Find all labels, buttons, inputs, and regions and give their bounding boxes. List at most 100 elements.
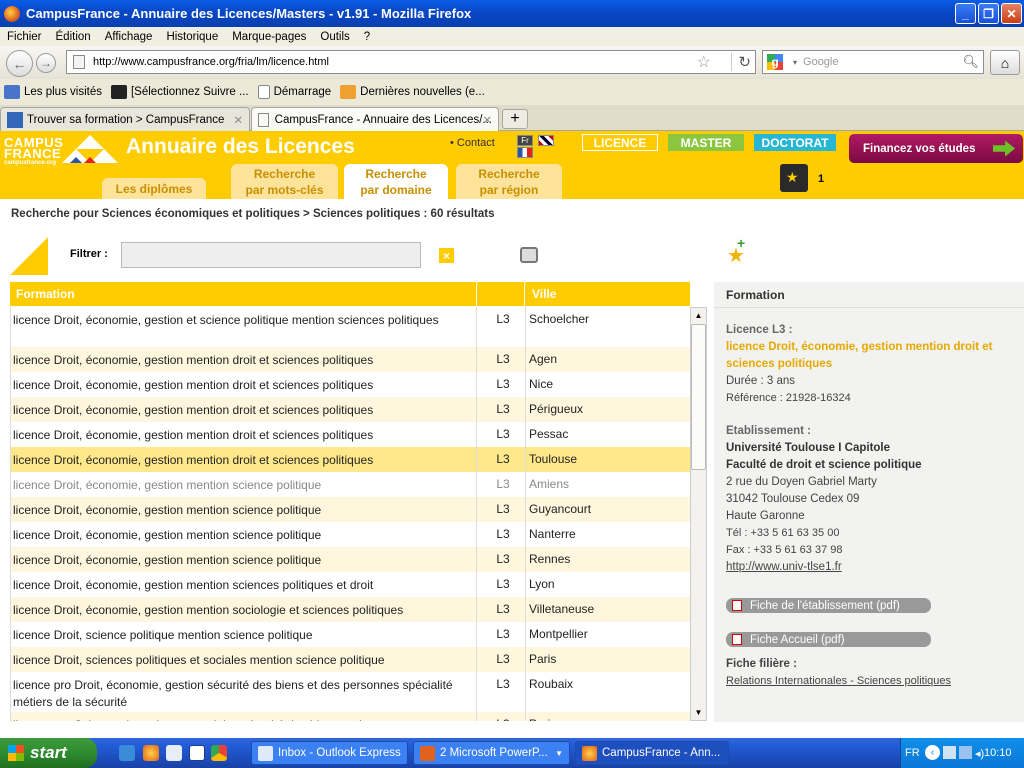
start-button[interactable]: start: [0, 738, 97, 768]
desktop-icon[interactable]: [119, 745, 135, 761]
page-icon: [258, 113, 269, 127]
outlook-quicklaunch-icon[interactable]: [166, 745, 182, 761]
word-quicklaunch-icon[interactable]: [189, 745, 205, 761]
restore-button[interactable]: ❐: [978, 3, 999, 24]
menu-edition[interactable]: Édition: [56, 31, 91, 43]
cell-level: L3: [491, 717, 515, 721]
table-row[interactable]: licence Droit, économie, gestion mention…: [11, 472, 690, 497]
tab-annuaire[interactable]: CampusFrance - Annuaire des Licences/...…: [251, 107, 499, 132]
flag-en-icon[interactable]: [538, 135, 554, 146]
master-button[interactable]: MASTER: [668, 134, 744, 151]
forward-arrow-icon: →: [40, 56, 52, 70]
table-row[interactable]: licence Droit, économie, gestion mention…: [11, 547, 690, 572]
cell-level: L3: [496, 312, 510, 326]
table-row[interactable]: licence Droit, économie, gestion mention…: [11, 372, 690, 397]
scroll-down-icon[interactable]: ▼: [691, 705, 706, 720]
scroll-up-icon[interactable]: ▲: [691, 308, 706, 323]
detail-level: Licence L3 :: [726, 324, 793, 336]
cell-ville: Nice: [529, 377, 554, 391]
close-tab-icon[interactable]: ✕: [482, 113, 492, 127]
table-row[interactable]: licence Droit, science politique mention…: [11, 622, 690, 647]
minimize-button[interactable]: _: [955, 3, 976, 24]
volume-icon[interactable]: ◂): [975, 747, 984, 760]
cell-ville: Rennes: [529, 552, 571, 566]
clear-filter-button[interactable]: ×: [439, 248, 454, 263]
tab-trouver-formation[interactable]: Trouver sa formation > CampusFrance ✕: [0, 107, 250, 131]
monitor-icon[interactable]: [959, 746, 972, 759]
table-row[interactable]: licence Droit, économie, gestion mention…: [11, 447, 690, 472]
detail-address2: 31042 Toulouse Cedex 09: [726, 493, 860, 505]
tray-expand-icon[interactable]: ‹: [925, 745, 940, 760]
close-button[interactable]: ✕: [1001, 3, 1022, 24]
table-row[interactable]: licence Droit, économie, gestion mention…: [11, 597, 690, 622]
detail-address1: 2 rue du Doyen Gabriel Marty: [726, 476, 877, 488]
bookmark-most-visited[interactable]: Les plus visités: [4, 85, 102, 99]
bookmark-start[interactable]: Démarrage: [257, 85, 331, 99]
new-tab-button[interactable]: +: [502, 109, 528, 129]
fiche-filiere-link[interactable]: Relations Internationales - Sciences pol…: [726, 675, 951, 687]
detail-website-link[interactable]: http://www.univ-tlse1.fr: [726, 559, 1016, 576]
search-input[interactable]: g ▾ Google 🔍︎: [762, 50, 984, 74]
cell-ville: Nanterre: [529, 527, 576, 541]
language-indicator[interactable]: FR: [905, 747, 920, 759]
network-icon[interactable]: [943, 746, 956, 759]
fiche-accueil-pdf-button[interactable]: Fiche Accueil (pdf): [726, 632, 931, 647]
filter-input[interactable]: [121, 242, 421, 268]
table-row[interactable]: licence Droit, économie, gestion et scie…: [11, 307, 690, 347]
printer-icon[interactable]: [520, 247, 538, 263]
finance-button[interactable]: Financez vos études: [849, 134, 1023, 163]
table-row[interactable]: licence pro Sciences humaines et sociale…: [11, 712, 690, 721]
firefox-quicklaunch-icon[interactable]: [143, 745, 159, 761]
doctorat-button[interactable]: DOCTORAT: [754, 134, 836, 151]
reload-icon[interactable]: ↻: [731, 53, 751, 71]
table-row[interactable]: licence Droit, économie, gestion mention…: [11, 397, 690, 422]
close-tab-icon[interactable]: ✕: [233, 113, 243, 127]
url-bar[interactable]: http://www.campusfrance.org/fria/lm/lice…: [66, 50, 756, 74]
column-ville[interactable]: Ville: [532, 282, 556, 306]
basket-icon[interactable]: [780, 164, 808, 192]
table-row[interactable]: licence Droit, sciences politiques et so…: [11, 647, 690, 672]
menu-fichier[interactable]: Fichier: [7, 31, 42, 43]
tab-region[interactable]: Recherche par région: [456, 164, 562, 199]
taskbar-powerpoint[interactable]: 2 Microsoft PowerP... ▼: [413, 741, 570, 765]
contact-link[interactable]: • Contact: [450, 137, 495, 149]
expand-arrow-icon[interactable]: ↘: [27, 257, 39, 274]
bookmark-star-icon[interactable]: ☆: [697, 52, 711, 72]
flag-fr-label[interactable]: Fr: [517, 135, 533, 146]
table-row[interactable]: licence Droit, économie, gestion mention…: [11, 497, 690, 522]
table-scrollbar[interactable]: ▲ ▼: [690, 307, 707, 721]
menu-outils[interactable]: Outils: [320, 31, 349, 43]
taskbar-outlook[interactable]: Inbox - Outlook Express: [251, 741, 408, 765]
column-formation[interactable]: Formation: [16, 282, 75, 306]
tab-diplomes[interactable]: Les diplômes: [102, 178, 206, 199]
table-row[interactable]: licence Droit, économie, gestion mention…: [11, 572, 690, 597]
back-button[interactable]: ←: [6, 50, 33, 77]
menu-marque-pages[interactable]: Marque-pages: [232, 31, 306, 43]
dropdown-arrow-icon[interactable]: ▾: [793, 58, 797, 67]
menu-help[interactable]: ?: [364, 31, 370, 43]
window-title: CampusFrance - Annuaire des Licences/Mas…: [26, 6, 472, 21]
home-button[interactable]: ⌂: [990, 50, 1020, 75]
table-row[interactable]: licence Droit, économie, gestion mention…: [11, 522, 690, 547]
header-divider: [476, 282, 477, 306]
fiche-etablissement-pdf-button[interactable]: Fiche de l'établissement (pdf): [726, 598, 931, 613]
header-divider: [524, 282, 525, 306]
magnifier-icon[interactable]: 🔍︎: [962, 54, 979, 70]
bookmark-follow[interactable]: [Sélectionnez Suivre ...: [110, 85, 249, 99]
menu-historique[interactable]: Historique: [166, 31, 218, 43]
table-row[interactable]: licence Droit, économie, gestion mention…: [11, 347, 690, 372]
licence-button[interactable]: LICENCE: [582, 134, 658, 151]
flag-france-icon: [517, 147, 533, 158]
tab-mots-cles[interactable]: Recherche par mots-clés: [231, 164, 338, 199]
scroll-thumb[interactable]: [691, 324, 706, 470]
bookmark-news[interactable]: Dernières nouvelles (e...: [340, 85, 485, 99]
tab-domaine[interactable]: Recherche par domaine: [344, 164, 448, 199]
add-favorite-icon[interactable]: ★: [727, 235, 745, 268]
table-row[interactable]: licence Droit, économie, gestion mention…: [11, 422, 690, 447]
chrome-quicklaunch-icon[interactable]: [211, 745, 227, 761]
menu-affichage[interactable]: Affichage: [105, 31, 153, 43]
table-row[interactable]: licence pro Droit, économie, gestion séc…: [11, 672, 690, 712]
campus-france-logo[interactable]: CAMPUS FRANCE campusfrance.org: [4, 136, 63, 167]
taskbar-firefox[interactable]: CampusFrance - Ann...: [575, 741, 729, 765]
forward-button[interactable]: →: [36, 53, 56, 73]
